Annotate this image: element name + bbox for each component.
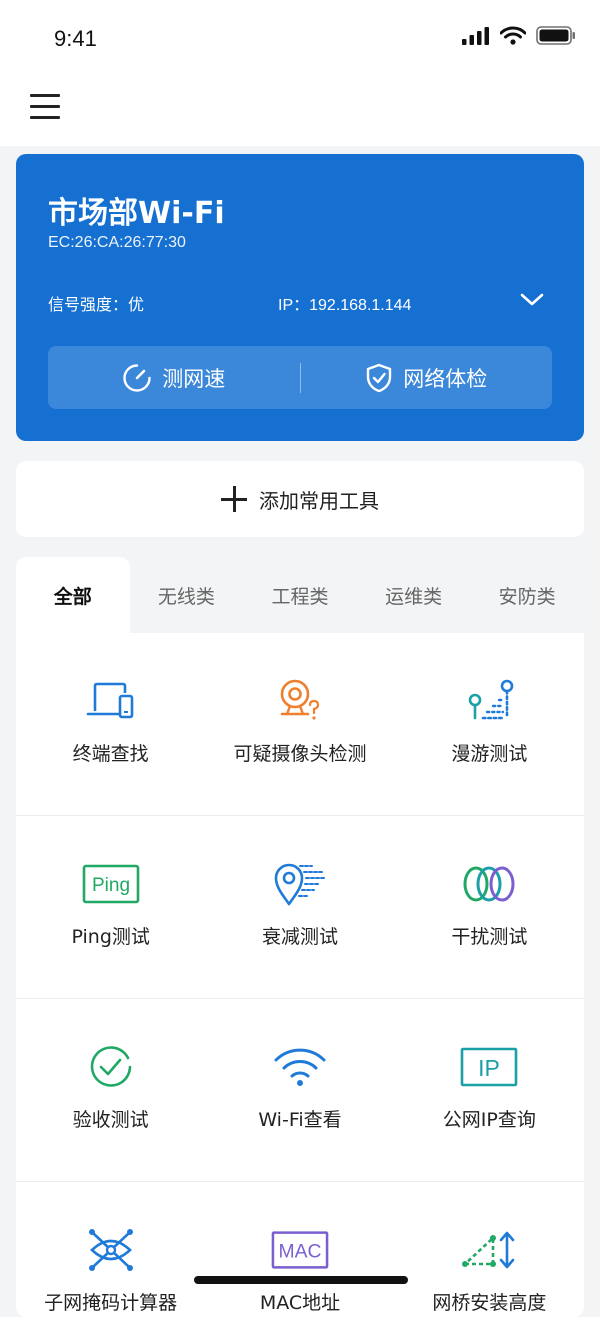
tool-label: 验收测试 [72,1109,149,1131]
tool-label: MAC地址 [259,1292,341,1314]
tools-row: Ping Ping测试 衰减测试 干扰测试 [16,816,584,999]
signal-strength: 信号强度：优 [48,295,145,314]
tool-acceptance[interactable]: 验收测试 [16,999,205,1181]
tool-interference[interactable]: 干扰测试 [395,816,584,998]
ip-icon-text: IP [478,1055,500,1081]
add-tool-button[interactable]: 添加常用工具 [16,461,584,537]
tool-roaming-test[interactable]: 漫游测试 [395,633,584,815]
network-check-label: 网络体检 [403,366,488,391]
camera-detect-icon [280,679,320,720]
ip-address: IP：192.168.1.144 [278,297,412,314]
tools-panel: 全部 无线类 工程类 运维类 安防类 终端查找 可疑摄像头检测 漫游测试 Pin… [16,557,584,1317]
menu-icon[interactable] [30,94,60,122]
ping-icon-text: Ping [92,875,130,896]
tool-ping[interactable]: Ping Ping测试 [16,816,205,998]
tab-security[interactable]: 安防类 [470,557,584,633]
mac-icon-text: MAC [279,1242,322,1263]
tools-row: 子网掩码计算器 MAC MAC地址 网桥安装高度 [16,1182,584,1317]
tool-mac-address[interactable]: MAC MAC地址 [205,1182,394,1317]
attenuation-icon [274,863,325,906]
roaming-test-icon [469,679,514,720]
speedometer-icon [123,363,151,392]
tool-subnet-calculator[interactable]: 子网掩码计算器 [16,1182,205,1317]
wifi-mac-address: EC:26:CA:26:77:30 [48,234,186,251]
acceptance-check-icon [90,1046,131,1087]
speed-test-button[interactable]: 测网速 [48,363,300,393]
wifi-actions-bar: 测网速 网络体检 [48,346,552,409]
wifi-info-card: 市场部Wi-Fi EC:26:CA:26:77:30 信号强度：优 IP：192… [16,154,584,441]
status-bar: 9:41 [0,0,600,76]
tool-label: 衰减测试 [261,926,338,948]
tool-label: 公网IP查询 [442,1109,536,1131]
tool-label: Ping测试 [71,926,150,948]
speed-test-label: 测网速 [162,366,226,391]
tool-label: 可疑摄像头检测 [233,743,367,765]
bridge-height-icon [462,1231,515,1269]
tab-engineering[interactable]: 工程类 [243,557,357,633]
tool-wifi-view[interactable]: Wi-Fi查看 [205,999,394,1181]
status-time: 9:41 [54,26,97,51]
tool-bridge-height[interactable]: 网桥安装高度 [395,1182,584,1317]
wifi-icon [274,1048,326,1086]
interference-icon [463,866,515,902]
wifi-status-icon [500,26,526,45]
battery-icon [536,26,575,45]
tool-attenuation[interactable]: 衰减测试 [205,816,394,998]
mac-address-icon: MAC [271,1231,329,1269]
tool-label: Wi-Fi查看 [258,1109,342,1131]
home-indicator[interactable] [194,1276,408,1284]
chevron-down-icon[interactable] [518,289,546,311]
tool-label: 网桥安装高度 [432,1292,547,1314]
nav-bar [0,76,600,146]
tools-row: 终端查找 可疑摄像头检测 漫游测试 [16,633,584,816]
add-tool-label: 添加常用工具 [259,488,379,513]
tool-camera-detect[interactable]: 可疑摄像头检测 [205,633,394,815]
subnet-calculator-icon [88,1229,133,1271]
tool-public-ip[interactable]: IP 公网IP查询 [395,999,584,1181]
plus-icon [221,486,247,512]
device-search-icon [86,682,133,719]
public-ip-icon: IP [461,1047,518,1087]
tab-wireless[interactable]: 无线类 [130,557,244,633]
wifi-ssid: 市场部Wi-Fi [48,196,225,231]
network-check-button[interactable]: 网络体检 [301,363,553,393]
cellular-signal-icon [462,26,489,45]
status-icons [462,26,576,45]
tab-all[interactable]: 全部 [16,557,130,633]
tab-operations[interactable]: 运维类 [357,557,471,633]
category-tabs: 全部 无线类 工程类 运维类 安防类 [16,557,584,633]
tool-label: 终端查找 [72,743,149,765]
shield-check-icon [367,363,392,392]
tools-row: 验收测试 Wi-Fi查看 IP 公网IP查询 [16,999,584,1182]
tool-device-search[interactable]: 终端查找 [16,633,205,815]
tool-label: 干扰测试 [451,926,528,948]
tool-label: 漫游测试 [451,743,528,765]
tool-label: 子网掩码计算器 [44,1292,178,1314]
tools-grid: 终端查找 可疑摄像头检测 漫游测试 Ping Ping测试 衰减测试 干扰测试 … [16,633,584,1317]
ping-icon: Ping [82,864,139,904]
